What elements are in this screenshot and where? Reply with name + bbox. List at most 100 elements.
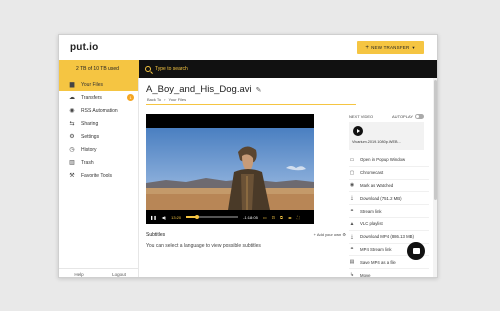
download-mp4-icon: ⤓ (350, 233, 354, 240)
current-time: 13:20 (171, 214, 182, 220)
action-label: Mark as Watched (360, 182, 394, 188)
remaining-time: -1:18:05 (243, 214, 258, 220)
title-divider (146, 104, 356, 105)
link-icon: ⚭ (349, 208, 355, 215)
action-label: Open in Popup Window (360, 157, 406, 163)
plus-icon: + (365, 44, 370, 51)
popup-window-icon: ▭ (349, 156, 355, 163)
next-video-header: NEXT VIDEO AUTOPLAY (349, 114, 429, 119)
vlc-icon: ▲ (349, 220, 355, 227)
chevron-right-icon: › (164, 97, 166, 102)
folder-icon: ▆ (69, 81, 75, 88)
scrollbar[interactable] (433, 78, 437, 277)
chat-icon (412, 248, 420, 254)
sidebar-item-label: Sharing (81, 120, 99, 127)
action-label: Stream link (360, 208, 382, 214)
sidebar-item-favorite-tools[interactable]: ⚒ Favorite Tools (59, 169, 138, 182)
picture-in-picture-icon[interactable]: ⧉ (280, 215, 283, 220)
gear-icon[interactable]: ⚙ (342, 232, 346, 237)
scrollbar-thumb[interactable] (433, 80, 437, 200)
sidebar-item-label: Favorite Tools (81, 172, 113, 179)
share-icon: ⇆ (69, 120, 75, 127)
sidebar-item-label: RSS Automation (81, 107, 118, 114)
pause-icon[interactable]: ❚❚ (150, 215, 157, 220)
main-content: A_Boy_and_His_Dog.avi ✎ Back To › Your F… (139, 78, 437, 278)
gear-icon: ⚙ (69, 133, 75, 140)
action-move[interactable]: ↳ Move (349, 269, 429, 278)
move-icon: ↳ (349, 272, 355, 278)
subtitles-cc-icon[interactable]: ▭ (263, 215, 267, 220)
cast-icon[interactable]: ⊡ (272, 215, 275, 220)
sidebar-item-transfers[interactable]: ☁ Transfers 1 (59, 91, 138, 104)
action-label: Download MP4 (886.13 MB) (360, 234, 414, 240)
add-subtitle-label: Add your own (316, 232, 342, 237)
history-icon: ◷ (69, 146, 75, 153)
subtitles-header: Subtitles + Add your own ⚙ (146, 232, 346, 238)
autoplay-toggle[interactable] (415, 114, 424, 119)
sidebar-nav: ▆ Your Files ☁ Transfers 1 ◉ RSS Automation ⇆ Sh… (59, 78, 138, 182)
video-frame-image (146, 128, 314, 210)
subtitles-empty-text: You can select a language to view possib… (146, 243, 261, 249)
next-video-card[interactable]: Vivarium.2019.1080p.WEB... (349, 122, 424, 150)
rss-icon: ◉ (69, 107, 75, 114)
volume-icon[interactable]: ◀) (162, 215, 166, 220)
tools-icon: ⚒ (69, 172, 75, 179)
player-controls: ❚❚ ◀) 13:20 -1:18:05 ▭ ⊡ ⧉ ◂▸ ⛶ (146, 210, 314, 224)
new-transfer-label: NEW TRANSFER (371, 45, 410, 50)
logout-link[interactable]: Logout (99, 269, 139, 277)
sidebar-item-history[interactable]: ◷ History (59, 143, 138, 156)
action-chromecast[interactable]: ▢ Chromecast (349, 167, 429, 180)
action-label: VLC playlist (360, 221, 383, 227)
action-open-in-popup-window[interactable]: ▭ Open in Popup Window (349, 154, 429, 167)
sidebar-item-label: History (81, 146, 97, 153)
transfers-count-badge: 1 (127, 94, 134, 101)
progress-handle[interactable] (194, 214, 199, 219)
action-label: Download (751.2 MB) (360, 195, 402, 201)
cloud-download-icon: ☁ (69, 94, 75, 101)
help-link[interactable]: Help (59, 269, 99, 277)
action-vlc-playlist[interactable]: ▲ VLC playlist (349, 218, 429, 231)
search-icon (145, 66, 151, 72)
pencil-icon[interactable]: ✎ (256, 86, 262, 94)
action-label: Save MP4 as a file (360, 259, 396, 265)
next-video-filename[interactable]: Vivarium.2019.1080p.WEB... (352, 140, 422, 144)
chat-button[interactable] (407, 242, 425, 260)
search-bar (139, 60, 437, 78)
next-video-label: NEXT VIDEO (349, 114, 374, 119)
trash-icon: ▥ (69, 159, 75, 166)
add-subtitle-button[interactable]: + Add your own ⚙ (314, 232, 346, 238)
file-title: A_Boy_and_His_Dog.avi (146, 84, 252, 95)
action-mark-as-watched[interactable]: ◉ Mark as Watched (349, 180, 429, 193)
top-header: put.io + NEW TRANSFER ▼ (59, 35, 437, 60)
fullscreen-icon[interactable]: ⛶ (297, 215, 300, 220)
search-input[interactable] (155, 66, 355, 72)
video-frame[interactable] (146, 128, 314, 210)
putio-logo[interactable]: put.io (70, 42, 98, 53)
eye-icon: ◉ (349, 182, 355, 189)
autoplay-control: AUTOPLAY (392, 114, 424, 119)
action-label: Chromecast (360, 170, 384, 176)
action-download-751-2-mb[interactable]: ⤓ Download (751.2 MB) (349, 192, 429, 206)
sidebar-item-sharing[interactable]: ⇆ Sharing (59, 117, 138, 130)
new-transfer-button[interactable]: + NEW TRANSFER ▼ (357, 41, 424, 54)
sidebar-item-trash[interactable]: ▥ Trash (59, 156, 138, 169)
play-icon[interactable] (353, 126, 363, 136)
sidebar-item-label: Settings (81, 133, 100, 140)
chromecast-icon: ▢ (349, 169, 355, 176)
sidebar-item-rss-automation[interactable]: ◉ RSS Automation (59, 104, 138, 117)
app-window: put.io + NEW TRANSFER ▼ 2 TB of 10 TB us… (58, 34, 438, 278)
sidebar-item-settings[interactable]: ⚙ Settings (59, 130, 138, 143)
action-stream-link[interactable]: ⚭ Stream link (349, 205, 429, 218)
breadcrumb-folder-link[interactable]: Your Files (169, 97, 187, 102)
sidebar-item-label: Trash (81, 159, 94, 166)
storage-usage[interactable]: 2 TB of 10 TB used (59, 60, 139, 78)
video-player[interactable]: ❚❚ ◀) 13:20 -1:18:05 ▭ ⊡ ⧉ ◂▸ ⛶ (146, 114, 314, 224)
breadcrumb: Back To › Your Files (147, 97, 186, 102)
sidebar-item-your-files[interactable]: ▆ Your Files (59, 78, 138, 91)
sidebar-item-label: Your Files (81, 81, 104, 88)
file-title-row: A_Boy_and_His_Dog.avi ✎ (146, 84, 262, 95)
progress-bar[interactable] (186, 214, 239, 219)
action-label: Move (360, 272, 371, 278)
subtitles-heading: Subtitles (146, 232, 166, 238)
skip-icon[interactable]: ◂▸ (288, 215, 292, 220)
